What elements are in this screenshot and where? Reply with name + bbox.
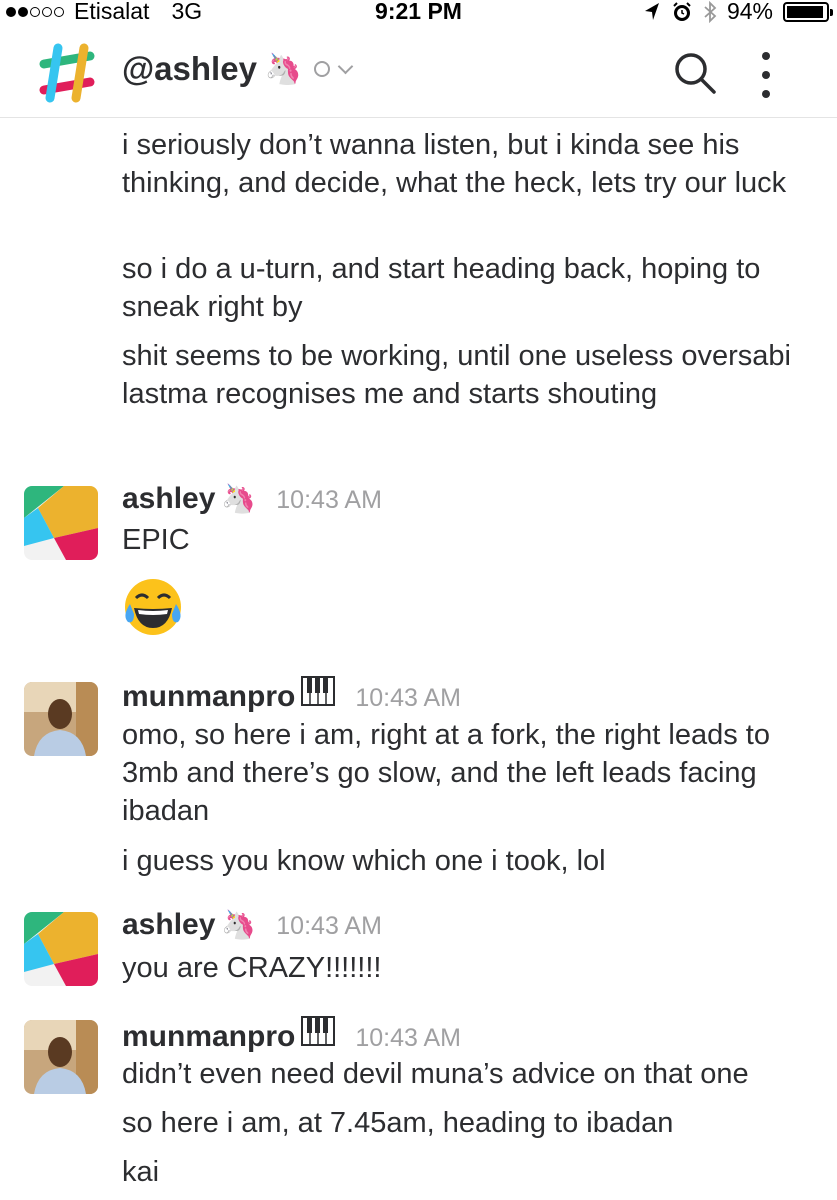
tears-of-joy-icon bbox=[125, 579, 181, 635]
status-right: 94% bbox=[643, 0, 833, 25]
message-text: i guess you know which one i took, lol bbox=[122, 845, 606, 877]
avatar-ashley[interactable] bbox=[24, 912, 98, 986]
message-header: munmanpro 10:43 AM bbox=[122, 1016, 461, 1054]
channel-name: @ashley bbox=[122, 50, 257, 87]
message-text: kai bbox=[122, 1156, 160, 1188]
more-vertical-icon[interactable] bbox=[758, 52, 774, 98]
status-bar: Etisalat 3G 9:21 PM 94% bbox=[0, 0, 837, 26]
bluetooth-icon bbox=[704, 0, 717, 23]
message-header: ashley 🦄 10:43 AM bbox=[122, 908, 382, 942]
unicorn-icon: 🦄 bbox=[221, 909, 257, 940]
message-text: i seriously don’t wanna listen, but i ki… bbox=[122, 129, 787, 199]
message-header: munmanpro 10:43 AM bbox=[122, 676, 461, 714]
avatar-ashley[interactable] bbox=[24, 486, 98, 560]
piano-icon bbox=[301, 1016, 336, 1046]
timestamp: 10:43 AM bbox=[276, 912, 382, 940]
piano-icon bbox=[301, 676, 336, 706]
message-text: you are CRAZY!!!!!!! bbox=[122, 952, 382, 984]
search-icon[interactable] bbox=[672, 50, 718, 96]
author-name[interactable]: ashley bbox=[122, 482, 215, 516]
battery-percent: 94% bbox=[726, 0, 773, 24]
unicorn-icon: 🦄 bbox=[264, 52, 303, 86]
message-header: ashley 🦄 10:43 AM bbox=[122, 482, 382, 516]
author-name[interactable]: munmanpro bbox=[122, 1020, 295, 1054]
avatar-munmanpro[interactable] bbox=[24, 1020, 98, 1094]
message-text: omo, so here i am, right at a fork, the … bbox=[122, 719, 770, 827]
message-text: so here i am, at 7.45am, heading to ibad… bbox=[122, 1107, 674, 1139]
message-text: shit seems to be working, until one usel… bbox=[122, 340, 791, 410]
app-header: @ashley 🦄 bbox=[0, 26, 837, 118]
timestamp: 10:43 AM bbox=[355, 1024, 461, 1052]
battery-fill bbox=[787, 5, 823, 18]
alarm-icon bbox=[673, 1, 691, 21]
avatar-munmanpro[interactable] bbox=[24, 682, 98, 756]
author-name[interactable]: munmanpro bbox=[122, 680, 295, 714]
chevron-down-icon[interactable] bbox=[338, 58, 354, 74]
unicorn-icon: 🦄 bbox=[221, 483, 257, 514]
message-text: so i do a u-turn, and start heading back… bbox=[122, 253, 761, 323]
message-text: didn’t even need devil muna’s advice on … bbox=[122, 1058, 749, 1090]
message-text: EPIC bbox=[122, 524, 190, 556]
channel-title[interactable]: @ashley 🦄 bbox=[122, 50, 354, 88]
slack-logo[interactable] bbox=[36, 42, 98, 104]
author-name[interactable]: ashley bbox=[122, 908, 215, 942]
battery-icon bbox=[783, 1, 833, 22]
location-arrow-icon bbox=[644, 2, 659, 20]
timestamp: 10:43 AM bbox=[276, 486, 382, 514]
timestamp: 10:43 AM bbox=[355, 684, 461, 712]
presence-icon bbox=[314, 61, 331, 77]
